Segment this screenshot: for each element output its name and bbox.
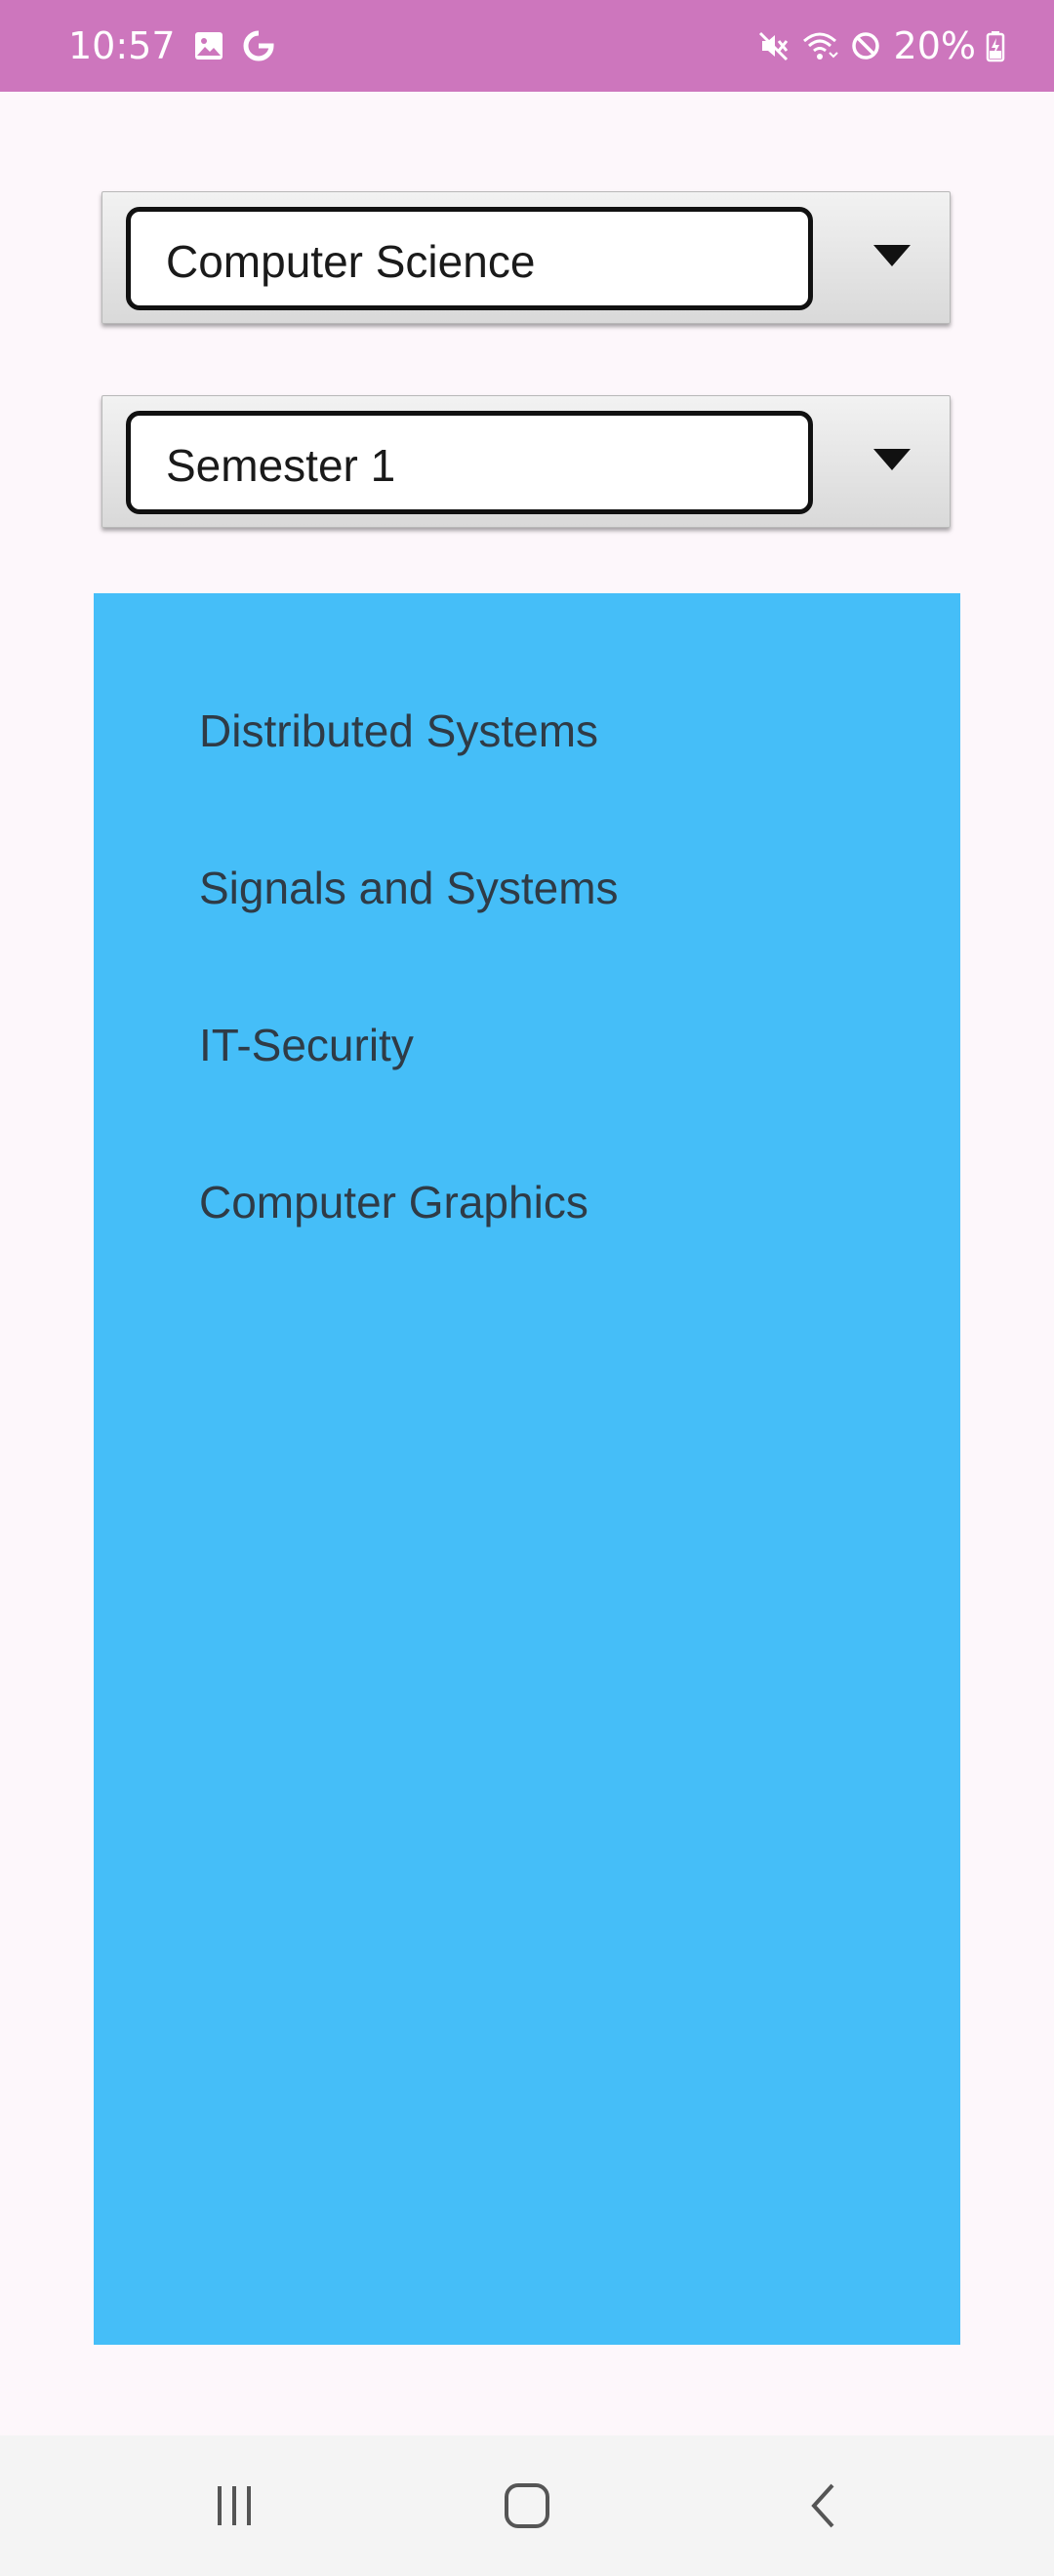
battery-charging-icon <box>986 29 1005 62</box>
navigation-bar <box>0 2435 1054 2576</box>
status-right: 20% <box>757 24 1005 67</box>
recent-apps-icon[interactable] <box>195 2475 273 2537</box>
google-icon <box>242 29 275 62</box>
gallery-icon <box>193 30 224 61</box>
status-left: 10:57 <box>68 24 275 67</box>
status-bar: 10:57 20% <box>0 0 1054 92</box>
back-icon[interactable] <box>786 2475 864 2537</box>
semester-spinner[interactable]: Semester 1 <box>101 395 951 528</box>
battery-percent: 20% <box>893 24 976 67</box>
department-selected-value[interactable]: Computer Science <box>126 207 813 310</box>
course-item[interactable]: IT-Security <box>199 1023 414 1067</box>
home-icon[interactable] <box>488 2475 566 2537</box>
dropdown-arrow-icon[interactable] <box>873 449 911 472</box>
course-item[interactable]: Computer Graphics <box>199 1180 588 1225</box>
semester-selected-value[interactable]: Semester 1 <box>126 411 813 514</box>
course-list: Distributed Systems Signals and Systems … <box>94 593 960 2345</box>
course-item[interactable]: Distributed Systems <box>199 708 598 753</box>
mute-icon <box>757 29 790 62</box>
department-spinner[interactable]: Computer Science <box>101 191 951 324</box>
do-not-disturb-icon <box>849 29 882 62</box>
status-time: 10:57 <box>68 24 176 67</box>
dropdown-arrow-icon[interactable] <box>873 245 911 268</box>
wifi-icon <box>800 29 839 62</box>
course-item[interactable]: Signals and Systems <box>199 865 619 910</box>
